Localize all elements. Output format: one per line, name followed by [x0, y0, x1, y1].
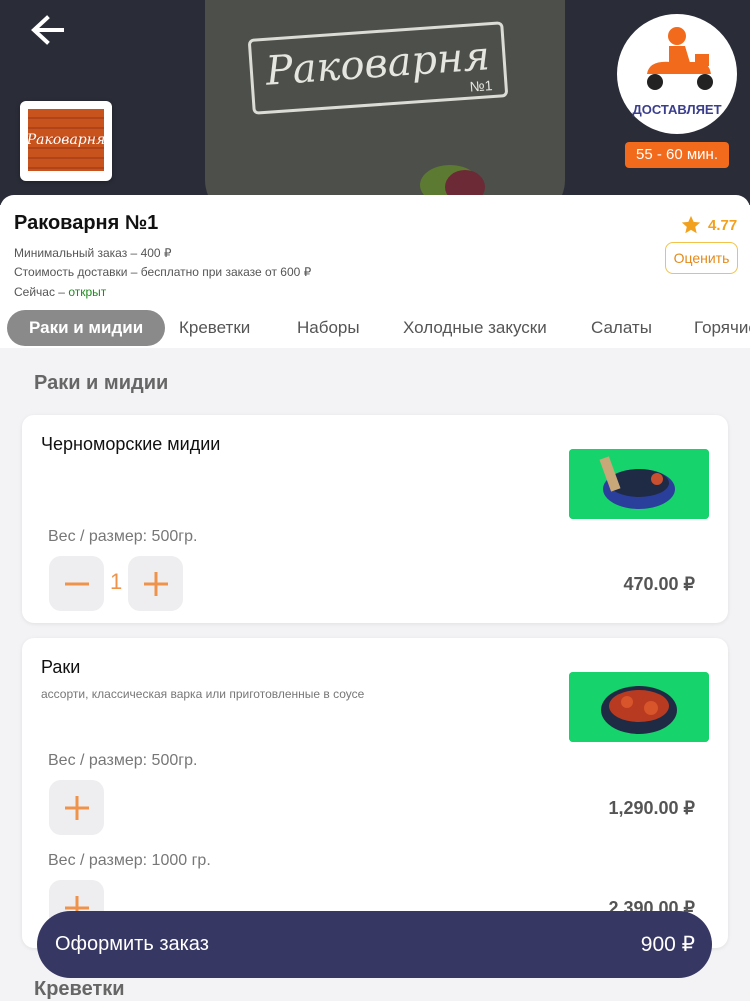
tab-kholodnye-zakuski[interactable]: Холодные закуски	[403, 310, 547, 346]
rating: 4.77	[680, 214, 737, 236]
item-weight: Вес / размер: 500гр.	[48, 528, 198, 545]
rate-button[interactable]: Оценить	[665, 242, 738, 274]
item-price: 470.00 ₽	[623, 574, 695, 594]
section-title: Раки и мидии	[34, 372, 169, 394]
item-name: Раки	[41, 657, 81, 677]
restaurant-info-card: Раковарня №1 Минимальный заказ – 400 ₽ С…	[0, 195, 750, 348]
item-quantity: 1	[110, 569, 123, 594]
plus-icon	[143, 571, 168, 596]
category-tabs: Раки и мидии Креветки Наборы Холодные за…	[0, 309, 750, 349]
tab-salaty[interactable]: Салаты	[591, 310, 652, 346]
add-to-cart-button[interactable]	[49, 780, 104, 835]
increase-quantity-button[interactable]	[128, 556, 183, 611]
tab-goryachie[interactable]: Горячие	[694, 310, 750, 346]
min-order-text: Минимальный заказ – 400 ₽	[14, 246, 172, 260]
minus-icon	[64, 582, 89, 585]
plus-icon	[64, 795, 89, 820]
restaurant-logo: Раковарня	[20, 101, 112, 181]
item-weight: Вес / размер: 500гр.	[48, 752, 198, 769]
item-image-crayfish[interactable]	[569, 672, 709, 742]
next-section-title: Креветки	[34, 978, 125, 1000]
delivery-badge: ДОСТАВЛЯЕТ	[617, 14, 737, 134]
item-price: 1,290.00 ₽	[608, 798, 695, 818]
tab-krevetki[interactable]: Креветки	[179, 310, 250, 346]
scooter-icon	[647, 27, 713, 90]
restaurant-name: Раковарня №1	[14, 212, 159, 234]
tab-nabory[interactable]: Наборы	[297, 310, 360, 346]
item-description: ассорти, классическая варка или приготов…	[41, 687, 365, 701]
delivery-cost-text: Стоимость доставки – бесплатно при заказ…	[14, 265, 312, 279]
menu-item-card[interactable]: Раки ассорти, классическая варка или при…	[22, 638, 728, 948]
star-icon	[681, 215, 701, 234]
delivery-time-badge: 55 - 60 мин.	[625, 142, 729, 168]
item-weight: Вес / размер: 1000 гр.	[48, 852, 211, 869]
back-button[interactable]	[28, 12, 68, 52]
checkout-label: Оформить заказ	[55, 933, 209, 955]
item-name: Черноморские мидии	[41, 434, 221, 454]
menu-item-card[interactable]: Черноморские мидии Вес / размер: 500гр. …	[22, 415, 728, 623]
item-image-mussels[interactable]	[569, 449, 709, 519]
checkout-button[interactable]: Оформить заказ 900 ₽	[37, 911, 712, 978]
back-arrow-icon	[31, 15, 64, 45]
tab-raki-i-midii[interactable]: Раки и мидии	[7, 310, 166, 346]
order-total: 900 ₽	[640, 933, 695, 956]
open-status: Сейчас – открыт	[14, 285, 107, 299]
decrease-quantity-button[interactable]	[49, 556, 104, 611]
